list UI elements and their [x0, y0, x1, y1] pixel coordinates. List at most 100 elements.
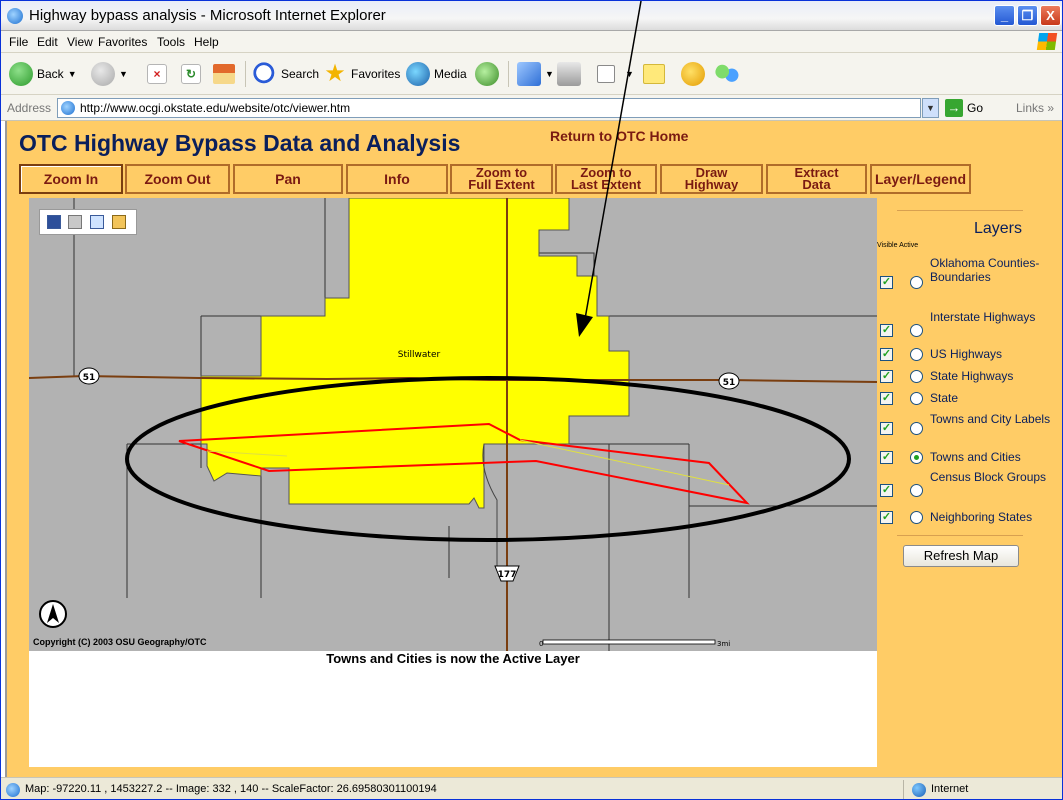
menu-edit[interactable]: Edit	[37, 35, 58, 49]
forward-arrow-icon	[91, 62, 115, 86]
export-icon[interactable]	[112, 215, 126, 229]
close-button[interactable]: X	[1040, 5, 1061, 26]
layer-active-radio[interactable]	[910, 422, 923, 435]
mail-icon	[517, 62, 541, 86]
address-input[interactable]: http://www.ocgi.okstate.edu/website/otc/…	[57, 98, 921, 118]
address-dropdown-icon[interactable]: ▼	[922, 98, 939, 118]
zoom-in-button[interactable]: Zoom In	[19, 164, 123, 194]
zoom-full-extent-button[interactable]: Zoom to Full Extent	[450, 164, 553, 194]
pan-button[interactable]: Pan	[233, 164, 343, 194]
menu-favorites[interactable]: Favorites	[98, 35, 147, 49]
search-label: Search	[281, 67, 320, 81]
active-column-label: Active	[899, 242, 919, 249]
layer-visible-checkbox[interactable]: ✓	[880, 276, 893, 289]
layer-active-radio[interactable]	[910, 370, 923, 383]
menu-file[interactable]: File	[9, 35, 28, 49]
search-button[interactable]: Search	[253, 60, 319, 88]
layer-visible-checkbox[interactable]: ✓	[880, 484, 893, 497]
print-icon[interactable]	[68, 215, 82, 229]
links-button[interactable]: Links »	[1016, 101, 1054, 115]
refresh-map-button[interactable]: Refresh Map	[903, 545, 1019, 567]
browser-window: Highway bypass analysis - Microsoft Inte…	[0, 0, 1063, 800]
menu-help[interactable]: Help	[194, 35, 219, 49]
save-icon[interactable]	[47, 215, 61, 229]
layer-label: Towns and Cities	[930, 450, 1021, 464]
print-button[interactable]	[557, 60, 585, 88]
layer-legend-button[interactable]: Layer/Legend	[870, 164, 971, 194]
messenger-bot-button[interactable]	[681, 60, 709, 88]
internet-zone-icon	[912, 783, 926, 797]
shield-west-label: 51	[83, 373, 96, 383]
notes-button[interactable]	[643, 60, 669, 88]
layer-active-radio[interactable]	[910, 276, 923, 289]
search-icon	[253, 62, 277, 86]
go-button[interactable]: → Go	[945, 98, 1005, 118]
scale-end-label: 3mi	[717, 640, 730, 648]
title-bar: Highway bypass analysis - Microsoft Inte…	[1, 1, 1062, 31]
info-label: Info	[384, 170, 410, 187]
refresh-button[interactable]: ↻	[181, 60, 205, 88]
layer-label: Oklahoma Counties-Boundaries	[930, 256, 1040, 284]
stop-icon: ×	[147, 64, 167, 84]
highway-shield: 177	[494, 565, 520, 582]
email-icon[interactable]	[90, 215, 104, 229]
layer-active-radio[interactable]	[910, 484, 923, 497]
history-icon	[475, 62, 499, 86]
layer-label: State Highways	[930, 369, 1014, 383]
layer-visible-checkbox[interactable]: ✓	[880, 324, 893, 337]
forward-dropdown-icon[interactable]: ▼	[119, 69, 128, 79]
layer-visible-checkbox[interactable]: ✓	[880, 511, 893, 524]
minimize-button[interactable]: _	[994, 5, 1015, 26]
layer-visible-checkbox[interactable]: ✓	[880, 348, 893, 361]
smiley-icon	[681, 62, 705, 86]
highway-shield: 51	[718, 372, 740, 390]
menu-tools[interactable]: Tools	[157, 35, 185, 49]
mail-dropdown-icon[interactable]: ▼	[545, 69, 554, 79]
info-button[interactable]: Info	[346, 164, 448, 194]
layer-active-radio[interactable]	[910, 451, 923, 464]
zoom-out-button[interactable]: Zoom Out	[125, 164, 230, 194]
back-dropdown-icon[interactable]: ▼	[68, 69, 77, 79]
restore-button[interactable]: ❐	[1017, 5, 1038, 26]
history-button[interactable]	[475, 60, 503, 88]
city-label: Stillwater	[398, 350, 441, 360]
mail-button[interactable]: ▼	[517, 60, 554, 88]
menu-view[interactable]: View	[67, 35, 93, 49]
pan-label: Pan	[275, 170, 301, 187]
layer-active-radio[interactable]	[910, 324, 923, 337]
messenger-button[interactable]	[715, 60, 743, 88]
layer-label: Census Block Groups	[930, 470, 1047, 484]
draw-highway-button[interactable]: Draw Highway	[660, 164, 763, 194]
edit-dropdown-icon[interactable]: ▼	[625, 69, 634, 79]
zoom-last-extent-button[interactable]: Zoom to Last Extent	[555, 164, 657, 194]
favorites-button[interactable]: ★ Favorites	[323, 60, 400, 88]
ie-logo-icon	[7, 8, 23, 24]
zoom-out-label: Zoom Out	[144, 170, 211, 187]
stop-button[interactable]: ×	[147, 60, 171, 88]
layer-visible-checkbox[interactable]: ✓	[880, 451, 893, 464]
media-button[interactable]: Media	[406, 60, 467, 88]
layer-active-radio[interactable]	[910, 348, 923, 361]
toolbar: Back ▼ ▼ × ↻ Search ★ Favorites Media ▼ …	[1, 53, 1062, 95]
map-canvas[interactable]: 51 51 177 Stillwater 0 3mi Copyright (C)…	[29, 198, 877, 651]
edit-button[interactable]: ▼	[597, 60, 634, 88]
back-button[interactable]: Back ▼	[9, 60, 77, 88]
star-icon: ★	[324, 60, 346, 87]
scale-start-label: 0	[539, 640, 543, 648]
forward-button[interactable]: ▼	[91, 60, 128, 88]
return-home-link[interactable]: Return to OTC Home	[550, 128, 688, 144]
highway-shield: 51	[78, 367, 100, 385]
back-label: Back	[37, 67, 64, 81]
extract-data-button[interactable]: Extract Data	[766, 164, 867, 194]
notes-icon	[643, 64, 665, 84]
layer-visible-checkbox[interactable]: ✓	[880, 422, 893, 435]
layer-label: Neighboring States	[930, 510, 1033, 524]
home-button[interactable]	[213, 60, 239, 88]
layer-visible-checkbox[interactable]: ✓	[880, 392, 893, 405]
toolbar-separator	[508, 61, 509, 87]
back-arrow-icon	[9, 62, 33, 86]
layer-active-radio[interactable]	[910, 392, 923, 405]
layer-visible-checkbox[interactable]: ✓	[880, 370, 893, 383]
layer-active-radio[interactable]	[910, 511, 923, 524]
layers-panel: Layers Visible Active ✓ Oklahoma Countie…	[877, 198, 1062, 651]
